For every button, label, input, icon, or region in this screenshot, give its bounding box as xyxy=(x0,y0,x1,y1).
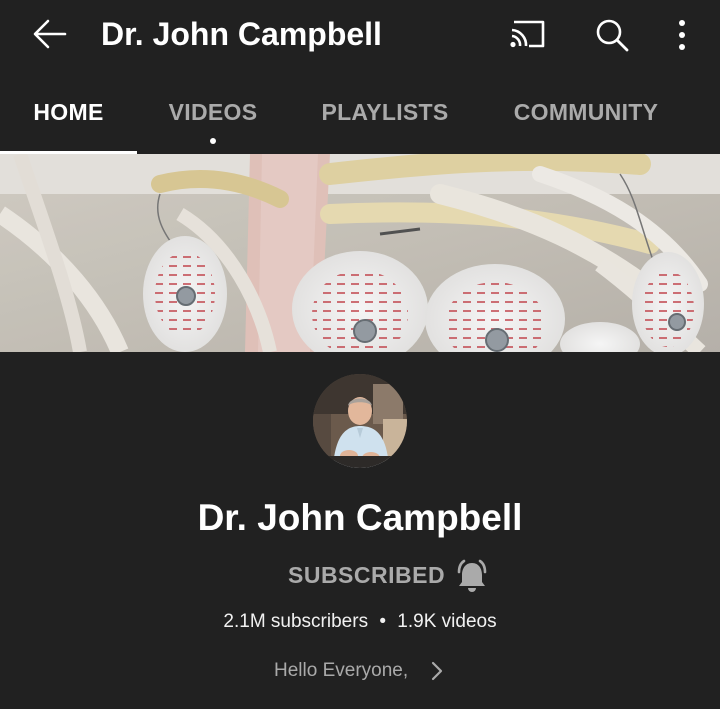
subscribe-row: SUBSCRIBED xyxy=(0,553,720,597)
new-content-dot xyxy=(210,138,216,144)
more-vert-icon[interactable] xyxy=(668,15,696,55)
channel-banner[interactable] xyxy=(0,154,720,352)
chevron-right-icon[interactable] xyxy=(428,660,446,682)
notification-bell-icon[interactable] xyxy=(454,558,490,594)
tab-community[interactable]: COMMUNITY xyxy=(481,70,691,154)
tab-home[interactable]: HOME xyxy=(0,70,137,154)
tab-videos[interactable]: VIDEOS xyxy=(137,70,289,154)
tab-playlists[interactable]: PLAYLISTS xyxy=(289,70,481,154)
subscribed-button[interactable]: SUBSCRIBED xyxy=(288,553,445,597)
channel-description-row[interactable]: Hello Everyone, xyxy=(0,656,720,686)
tab-videos-label: VIDEOS xyxy=(168,98,258,125)
tab-playlists-label: PLAYLISTS xyxy=(321,98,449,125)
channel-stats: 2.1M subscribers • 1.9K videos xyxy=(0,608,720,636)
tab-community-label: COMMUNITY xyxy=(513,98,659,125)
video-count: 1.9K videos xyxy=(397,611,497,632)
tab-home-label: HOME xyxy=(33,98,104,125)
channel-title: Dr. John Campbell xyxy=(101,16,382,52)
channel-avatar[interactable] xyxy=(313,374,407,468)
banner-image xyxy=(0,154,720,352)
subscriber-count: 2.1M subscribers xyxy=(223,611,369,632)
top-app-bar: Dr. John Campbell xyxy=(0,0,720,70)
stats-separator: • xyxy=(379,611,387,632)
channel-description[interactable]: Hello Everyone, xyxy=(274,656,408,686)
channel-tabs: HOME VIDEOS PLAYLISTS COMMUNITY xyxy=(0,70,720,154)
search-icon[interactable] xyxy=(592,15,632,55)
channel-name: Dr. John Campbell xyxy=(197,497,523,538)
arrow-left-icon[interactable] xyxy=(30,14,70,54)
cast-icon[interactable] xyxy=(508,16,548,52)
avatar-image xyxy=(313,374,407,468)
